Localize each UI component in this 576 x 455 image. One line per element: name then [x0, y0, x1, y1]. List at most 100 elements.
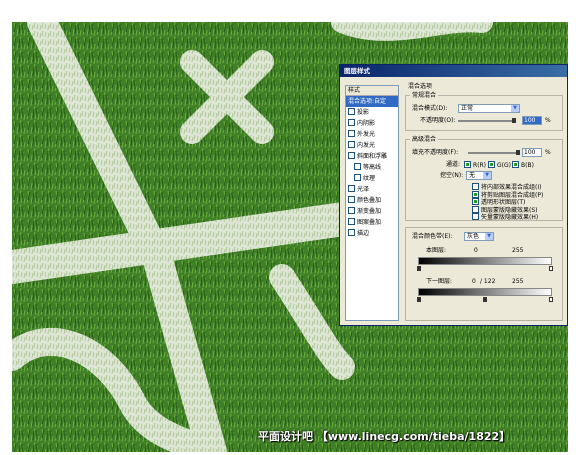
- check-icon: [472, 190, 479, 198]
- general-blending-group: 常规混合 混合模式(D): 正常 ▼ 不透明度(O): 100 %: [405, 92, 563, 131]
- style-list: 样式 混合选项:自定投影内阴影外发光内发光斜面和浮雕等高线纹理光泽颜色叠加渐变叠…: [345, 85, 399, 321]
- style-items: 混合选项:自定投影内阴影外发光内发光斜面和浮雕等高线纹理光泽颜色叠加渐变叠加图案…: [346, 96, 398, 239]
- checkbox-empty-icon: [472, 183, 479, 190]
- watermark-text: 平面设计吧 【www.linecg.com/tieba/1822】: [258, 430, 511, 443]
- under-layer-split: / 122: [480, 278, 496, 285]
- style-item-label: 图案叠加: [357, 219, 382, 226]
- layer-style-dialog: 图层样式 样式 混合选项:自定投影内阴影外发光内发光斜面和浮雕等高线纹理光泽颜色…: [339, 64, 568, 326]
- fill-opacity-slider[interactable]: [468, 152, 518, 154]
- style-item-checkbox[interactable]: [348, 207, 355, 214]
- style-item[interactable]: 描边: [346, 228, 398, 239]
- dialog-title-bar[interactable]: 图层样式: [340, 65, 567, 77]
- blend-if-select[interactable]: 灰色 ▼: [464, 232, 494, 241]
- style-item[interactable]: 内阴影: [346, 118, 398, 129]
- knockout-label: 挖空(N):: [440, 172, 464, 179]
- under-layer-max: 255: [512, 278, 524, 285]
- this-layer-gradient: [418, 257, 552, 265]
- fill-opacity-slider-knob[interactable]: [516, 150, 520, 155]
- check-icon: [512, 161, 519, 168]
- style-item[interactable]: 内发光: [346, 140, 398, 151]
- style-list-header: 样式: [346, 86, 398, 96]
- style-item-checkbox[interactable]: [348, 119, 355, 126]
- style-item-checkbox[interactable]: [354, 174, 361, 181]
- opacity-input[interactable]: 100: [522, 116, 542, 125]
- channels-label: 通道:: [446, 161, 461, 168]
- channel-b-label: B(B): [521, 162, 534, 169]
- style-item[interactable]: 光泽: [346, 184, 398, 195]
- channel-r-label: R(R): [473, 162, 487, 169]
- fill-opacity-percent: %: [545, 149, 551, 156]
- advanced-option-checkbox[interactable]: 矢量蒙版隐藏效果(H): [472, 213, 538, 222]
- knockout-value: 无: [469, 172, 476, 179]
- this-layer-max: 255: [512, 247, 524, 254]
- knockout-select[interactable]: 无 ▼: [466, 171, 492, 180]
- under-layer-label: 下一图层:: [426, 278, 453, 285]
- channel-b-checkbox[interactable]: B(B): [512, 161, 534, 170]
- advanced-blending-label: 高级混合: [410, 136, 439, 143]
- dialog-title: 图层样式: [344, 67, 370, 75]
- style-item-label: 内阴影: [357, 120, 376, 127]
- style-item[interactable]: 颜色叠加: [346, 195, 398, 206]
- style-item-checkbox[interactable]: [348, 185, 355, 192]
- channel-g-label: G(G): [497, 162, 511, 169]
- under-layer-gradient: [418, 288, 552, 296]
- chevron-down-icon: ▼: [511, 105, 519, 112]
- blend-mode-value: 正常: [461, 105, 474, 112]
- chevron-down-icon: ▼: [485, 233, 493, 240]
- opacity-slider[interactable]: [458, 120, 514, 122]
- checkbox-empty-icon: [472, 205, 479, 213]
- check-icon: [464, 161, 471, 168]
- general-blending-label: 常规混合: [410, 92, 439, 99]
- under-layer-split-handle[interactable]: [483, 297, 487, 302]
- check-icon: [472, 198, 479, 205]
- style-item[interactable]: 投影: [346, 107, 398, 118]
- style-item[interactable]: 纹理: [346, 173, 398, 184]
- style-item-checkbox[interactable]: [348, 218, 355, 225]
- blend-mode-select[interactable]: 正常 ▼: [458, 104, 520, 113]
- style-item[interactable]: 图案叠加: [346, 217, 398, 228]
- style-item-checkbox[interactable]: [348, 152, 355, 159]
- style-item-checkbox[interactable]: [348, 130, 355, 137]
- style-item-label: 斜面和浮雕: [357, 153, 388, 160]
- opacity-slider-knob[interactable]: [512, 118, 516, 123]
- style-item-label: 等高线: [363, 164, 382, 171]
- style-item[interactable]: 外发光: [346, 129, 398, 140]
- opacity-label: 不透明度(O):: [420, 117, 456, 124]
- channel-g-checkbox[interactable]: G(G): [488, 161, 511, 170]
- style-item-checkbox[interactable]: [348, 108, 355, 115]
- style-item[interactable]: 渐变叠加: [346, 206, 398, 217]
- chevron-down-icon: ▼: [483, 172, 491, 179]
- style-item-checkbox[interactable]: [348, 229, 355, 236]
- under-layer-white-handle[interactable]: [549, 297, 553, 302]
- this-layer-min: 0: [474, 247, 478, 254]
- style-item-checkbox[interactable]: [354, 163, 361, 170]
- style-item-label: 内发光: [357, 142, 376, 149]
- blend-if-label: 混合颜色带(E):: [412, 233, 453, 240]
- style-item-label: 投影: [357, 109, 370, 116]
- style-item-label: 外发光: [357, 131, 376, 138]
- this-layer-white-handle[interactable]: [549, 266, 553, 271]
- channel-r-checkbox[interactable]: R(R): [464, 161, 486, 170]
- style-item-label: 光泽: [357, 186, 370, 193]
- blend-options-title: 混合选项: [408, 83, 433, 90]
- under-layer-black-handle[interactable]: [417, 297, 421, 302]
- style-item-label: 描边: [357, 230, 370, 237]
- advanced-option-label: 矢量蒙版隐藏效果(H): [481, 214, 539, 221]
- style-item-label: 纹理: [363, 175, 376, 182]
- style-item-checkbox[interactable]: [348, 196, 355, 203]
- opacity-percent: %: [545, 117, 551, 124]
- this-layer-black-handle[interactable]: [417, 266, 421, 271]
- blend-mode-label: 混合模式(D):: [412, 105, 448, 112]
- blend-if-value: 灰色: [467, 233, 480, 240]
- check-icon: [488, 161, 495, 168]
- fill-opacity-input[interactable]: 100: [522, 148, 542, 157]
- style-item-label: 混合选项:自定: [348, 98, 387, 105]
- advanced-blending-group: 高级混合 填充不透明度(F): 100 % 通道: R(R) G(G) B(B)…: [405, 136, 563, 222]
- style-item-checkbox[interactable]: [348, 141, 355, 148]
- fill-opacity-label: 填充不透明度(F):: [412, 149, 459, 156]
- style-item-label: 颜色叠加: [357, 197, 382, 204]
- style-item[interactable]: 斜面和浮雕: [346, 151, 398, 162]
- style-item[interactable]: 混合选项:自定: [346, 96, 398, 107]
- under-layer-min: 0: [472, 278, 476, 285]
- style-item[interactable]: 等高线: [346, 162, 398, 173]
